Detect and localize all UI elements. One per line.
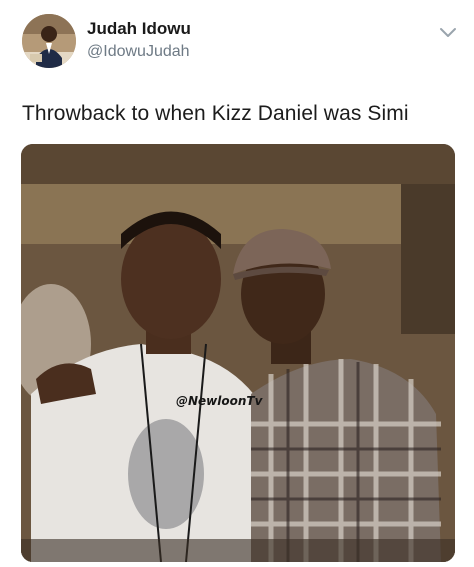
photo-watermark: @NewloonTv (176, 394, 263, 408)
user-handle[interactable]: @IdowuJudah (87, 43, 190, 61)
display-name[interactable]: Judah Idowu (87, 19, 191, 39)
avatar[interactable] (22, 14, 76, 68)
chevron-down-icon[interactable] (437, 24, 459, 40)
tweet-photo[interactable]: @NewloonTv (21, 144, 455, 562)
avatar-image (22, 14, 76, 68)
tweet: Judah Idowu @IdowuJudah Throwback to whe… (0, 0, 474, 567)
photo-illustration (21, 144, 455, 562)
tweet-text: Throwback to when Kizz Daniel was Simi (22, 102, 409, 125)
